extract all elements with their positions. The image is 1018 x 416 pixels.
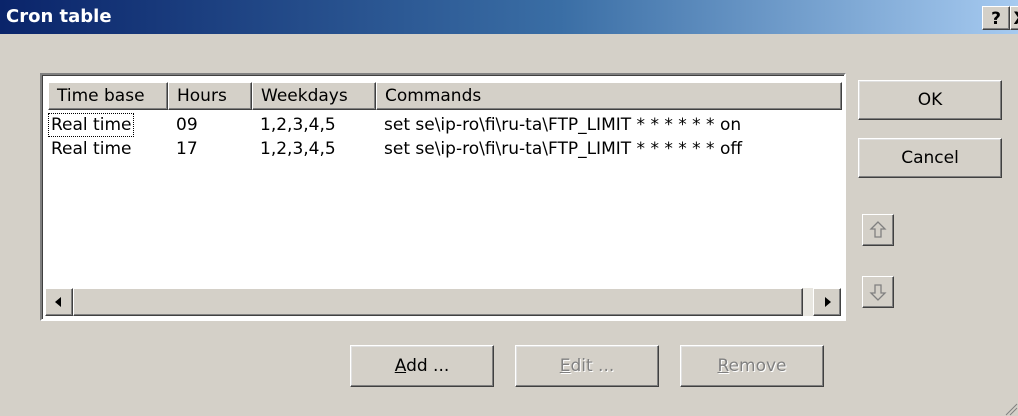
column-header-weekdays[interactable]: Weekdays bbox=[252, 82, 376, 110]
edit-rest: dit ... bbox=[570, 356, 615, 376]
remove-accel: R bbox=[717, 356, 729, 376]
column-header-hours[interactable]: Hours bbox=[168, 82, 252, 110]
down-arrow-icon bbox=[869, 284, 887, 301]
cancel-button[interactable]: Cancel bbox=[858, 138, 1002, 178]
right-triangle-icon bbox=[825, 297, 831, 307]
edit-button[interactable]: Edit ... bbox=[515, 345, 659, 387]
row-1-hours: 09 bbox=[176, 115, 198, 135]
title-bar[interactable]: Cron table ? X bbox=[0, 0, 1018, 34]
ok-label: OK bbox=[917, 90, 943, 110]
add-rest: dd ... bbox=[406, 356, 450, 376]
remove-label: Remove bbox=[717, 356, 786, 376]
add-label: Add ... bbox=[395, 356, 450, 376]
edit-accel: E bbox=[559, 356, 571, 376]
row-1-weekdays: 1,2,3,4,5 bbox=[260, 115, 336, 135]
cron-table-dialog: Cron table ? X Time base Hours Weekdays … bbox=[0, 0, 1018, 416]
add-button[interactable]: Add ... bbox=[350, 345, 494, 387]
row-2-weekdays: 1,2,3,4,5 bbox=[260, 139, 336, 159]
ok-button[interactable]: OK bbox=[858, 80, 1002, 120]
move-up-button[interactable] bbox=[862, 214, 894, 246]
move-down-button[interactable] bbox=[862, 276, 894, 308]
left-triangle-icon bbox=[55, 297, 61, 307]
row-1-time-base: Real time bbox=[47, 113, 135, 137]
scroll-right-button[interactable] bbox=[813, 288, 841, 316]
row-2-hours: 17 bbox=[176, 139, 198, 159]
row-2-command: set se\ip-ro\fi\ru-ta\FTP_LIMIT * * * * … bbox=[384, 139, 743, 159]
remove-rest: emove bbox=[728, 356, 787, 376]
column-header-time-base[interactable]: Time base bbox=[48, 82, 168, 110]
add-accel: A bbox=[394, 356, 407, 376]
horizontal-scrollbar[interactable] bbox=[45, 288, 841, 316]
resize-grip-icon[interactable] bbox=[1004, 402, 1018, 416]
window-title: Cron table bbox=[6, 6, 112, 27]
scrollbar-thumb[interactable] bbox=[73, 288, 803, 316]
row-1-command: set se\ip-ro\fi\ru-ta\FTP_LIMIT * * * * … bbox=[384, 115, 742, 135]
up-arrow-icon bbox=[869, 221, 887, 238]
column-header-commands[interactable]: Commands bbox=[376, 82, 842, 110]
cancel-label: Cancel bbox=[901, 148, 959, 168]
scroll-left-button[interactable] bbox=[45, 288, 73, 316]
remove-button[interactable]: Remove bbox=[680, 345, 824, 387]
help-button[interactable]: ? bbox=[982, 6, 1010, 30]
row-2-time-base: Real time bbox=[51, 139, 132, 159]
cron-list[interactable]: Time base Hours Weekdays Commands Real t… bbox=[40, 73, 846, 321]
close-button[interactable]: X bbox=[1010, 6, 1018, 30]
edit-label: Edit ... bbox=[560, 356, 615, 376]
